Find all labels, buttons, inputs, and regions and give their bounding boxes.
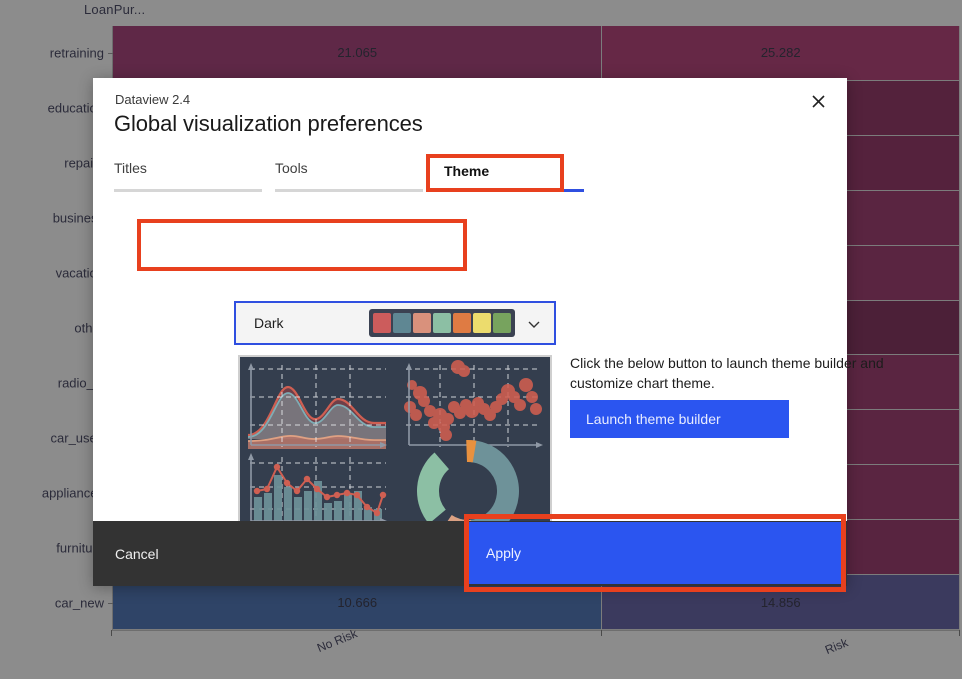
theme-preview-image: [238, 355, 552, 532]
dialog-subtitle: Dataview 2.4: [115, 92, 191, 107]
theme-swatch-4: [453, 313, 471, 333]
theme-swatch-3: [433, 313, 451, 333]
heatmap-row-label: car_new: [54, 595, 104, 611]
x-tick-start: [111, 630, 112, 636]
tab-tools[interactable]: Tools: [275, 156, 436, 192]
heatmap-row-label: retraining: [49, 45, 104, 61]
launch-theme-builder-button[interactable]: Launch theme builder: [570, 400, 789, 438]
theme-swatch-5: [473, 313, 491, 333]
tab-titles[interactable]: Titles: [114, 156, 275, 192]
x-tick-end: [959, 630, 960, 636]
y-tick: [108, 602, 113, 604]
y-tick: [108, 53, 113, 55]
theme-select-value: Dark: [254, 315, 284, 331]
close-icon[interactable]: [805, 88, 831, 114]
tab-theme-underline: [436, 189, 584, 192]
tab-theme-label: Theme: [444, 163, 490, 179]
chevron-down-icon: [528, 317, 540, 329]
cancel-button[interactable]: Cancel: [111, 538, 163, 570]
theme-swatch-0: [373, 313, 391, 333]
global-visualization-preferences-dialog: Dataview 2.4 Global visualization prefer…: [93, 78, 884, 586]
x-axis-line: [112, 630, 960, 631]
heatmap-cell[interactable]: 21.065: [113, 26, 603, 81]
launch-theme-builder-label: Launch theme builder: [586, 411, 721, 427]
x-tick-mid: [601, 630, 602, 636]
chart-column-header: LoanPur...: [84, 2, 146, 17]
cancel-button-label: Cancel: [115, 545, 159, 562]
theme-swatch-6: [493, 313, 511, 333]
tab-titles-label: Titles: [114, 160, 147, 176]
x-label-risk: Risk: [823, 635, 850, 657]
tab-tools-underline: [275, 189, 423, 192]
theme-swatch-1: [393, 313, 411, 333]
heatmap-row: retraining 21.065 25.282: [50, 26, 960, 81]
theme-select[interactable]: Dark: [234, 301, 556, 345]
theme-builder-hint: Click the below button to launch theme b…: [570, 355, 884, 391]
apply-button-label: Apply: [486, 545, 522, 561]
tab-tools-label: Tools: [275, 160, 308, 176]
heatmap-cell[interactable]: 25.282: [602, 26, 960, 81]
tab-titles-underline: [114, 189, 262, 192]
dialog-title: Global visualization preferences: [114, 111, 423, 136]
apply-button[interactable]: Apply: [469, 522, 841, 584]
theme-swatch-2: [413, 313, 431, 333]
theme-color-swatches: [369, 309, 515, 337]
